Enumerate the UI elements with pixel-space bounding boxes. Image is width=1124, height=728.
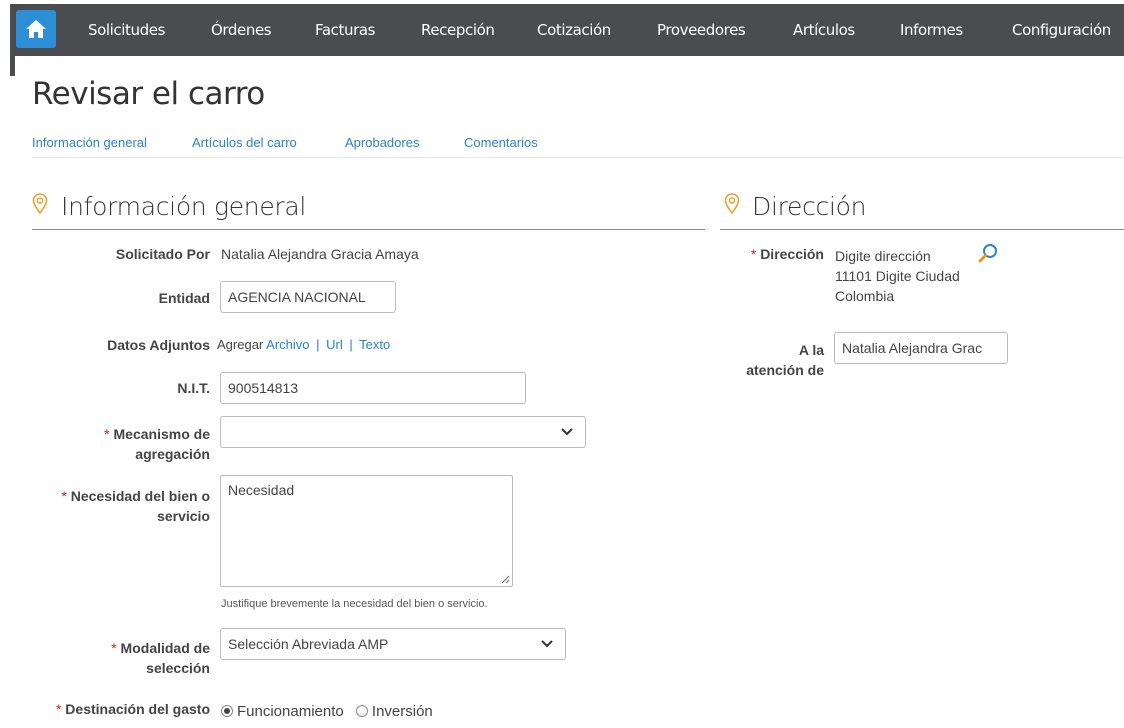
- modalidad-select[interactable]: Selección Abreviada AMP: [220, 628, 566, 660]
- add-archivo-link[interactable]: Archivo: [266, 337, 309, 352]
- home-icon: [26, 20, 46, 38]
- destinacion-label-text: Destinación del gasto: [65, 701, 210, 717]
- nav-recepcion[interactable]: Recepción: [421, 4, 495, 56]
- add-url-link[interactable]: Url: [326, 337, 343, 352]
- location-pin-icon: [32, 193, 48, 215]
- adjuntos-actions: Agregar Archivo | Url | Texto: [217, 337, 390, 352]
- top-nav-bar: Solicitudes Órdenes Facturas Recepción C…: [10, 4, 1124, 56]
- direccion-value: Digite dirección 11101 Digite Ciudad Col…: [835, 246, 960, 306]
- nav-left-strip: [10, 56, 15, 76]
- required-mark: *: [750, 246, 757, 262]
- location-pin-icon: [724, 193, 740, 215]
- necesidad-label-line2: servicio: [157, 508, 210, 524]
- adjuntos-prefix: Agregar: [217, 337, 264, 352]
- destinacion-options: Funcionamiento Inversión: [221, 703, 433, 720]
- necesidad-help-text: Justifique brevemente la necesidad del b…: [221, 598, 488, 610]
- atencion-field[interactable]: Natalia Alejandra Grac: [834, 332, 1008, 364]
- solicitado-value: Natalia Alejandra Gracia Amaya: [221, 246, 419, 262]
- section-title-direccion: Dirección: [752, 192, 867, 221]
- required-mark: *: [104, 426, 110, 442]
- mecanismo-label-line1: Mecanismo de: [113, 426, 210, 442]
- nit-field[interactable]: 900514813: [220, 372, 526, 404]
- subnav-aprobadores[interactable]: Aprobadores: [345, 135, 419, 150]
- direccion-label: * Dirección: [720, 244, 824, 264]
- section-rule-direccion: [720, 229, 1124, 230]
- atencion-label: A la atención de: [720, 340, 824, 380]
- section-title-informacion-general: Información general: [61, 192, 307, 221]
- radio-inversion[interactable]: Inversión: [355, 703, 433, 720]
- entidad-label: Entidad: [158, 290, 210, 306]
- resize-handle-icon[interactable]: [501, 575, 510, 584]
- nav-ordenes[interactable]: Órdenes: [211, 4, 272, 56]
- nav-solicitudes[interactable]: Solicitudes: [88, 4, 165, 56]
- subnav-divider: [32, 157, 1124, 158]
- mecanismo-label: * Mecanismo de agregación: [30, 424, 210, 464]
- necesidad-value: Necesidad: [228, 482, 295, 498]
- nit-label: N.I.T.: [177, 380, 210, 396]
- adjuntos-sep-2: |: [349, 337, 353, 352]
- necesidad-textarea[interactable]: Necesidad: [220, 475, 513, 587]
- direccion-line1: Digite dirección: [835, 248, 931, 264]
- modalidad-label-line2: selección: [146, 660, 210, 676]
- radio-unselected-icon[interactable]: [355, 705, 368, 717]
- page-title: Revisar el carro: [32, 76, 265, 112]
- radio-selected-icon[interactable]: [221, 705, 233, 717]
- solicitado-label: Solicitado Por: [115, 246, 210, 262]
- required-mark: *: [111, 640, 117, 656]
- destinacion-label: * Destinación del gasto: [14, 699, 210, 719]
- nav-configuracion[interactable]: Configuración: [1012, 4, 1111, 56]
- mecanismo-select[interactable]: [220, 416, 586, 448]
- atencion-label-line2: atención de: [746, 362, 824, 378]
- nav-proveedores[interactable]: Proveedores: [657, 4, 746, 56]
- chevron-down-icon: [541, 640, 553, 648]
- chevron-down-icon: [561, 428, 573, 436]
- subnav-informacion-general[interactable]: Información general: [32, 135, 147, 150]
- direccion-line3: Colombia: [835, 288, 895, 304]
- modalidad-label: * Modalidad de selección: [30, 638, 210, 678]
- home-button[interactable]: [16, 10, 56, 48]
- modalidad-value: Selección Abreviada AMP: [228, 636, 389, 652]
- nav-articulos[interactable]: Artículos: [793, 4, 855, 56]
- search-icon[interactable]: [977, 242, 999, 264]
- adjuntos-sep-1: |: [316, 337, 320, 352]
- mecanismo-label-line2: agregación: [135, 446, 210, 462]
- direccion-label-text: Dirección: [760, 246, 824, 262]
- atencion-label-line1: A la: [798, 342, 824, 358]
- section-rule-general: [32, 229, 705, 230]
- direccion-line2: 11101 Digite Ciudad: [835, 268, 960, 284]
- nav-facturas[interactable]: Facturas: [315, 4, 375, 56]
- entidad-field[interactable]: AGENCIA NACIONAL: [220, 281, 396, 313]
- required-mark: *: [55, 701, 62, 717]
- adjuntos-label: Datos Adjuntos: [107, 337, 210, 353]
- nav-cotizacion[interactable]: Cotización: [537, 4, 611, 56]
- add-texto-link[interactable]: Texto: [359, 337, 390, 352]
- nav-informes[interactable]: Informes: [900, 4, 963, 56]
- radio-funcionamiento[interactable]: Funcionamiento: [221, 703, 344, 720]
- required-mark: *: [61, 488, 67, 504]
- subnav-articulos-del-carro[interactable]: Artículos del carro: [192, 135, 297, 150]
- subnav-comentarios[interactable]: Comentarios: [464, 135, 538, 150]
- radio-inversion-label: Inversión: [371, 703, 433, 720]
- necesidad-label: * Necesidad del bien o servicio: [14, 486, 210, 526]
- radio-funcionamiento-label: Funcionamiento: [237, 703, 344, 720]
- necesidad-label-line1: Necesidad del bien o: [70, 488, 210, 504]
- modalidad-label-line1: Modalidad de: [120, 640, 210, 656]
